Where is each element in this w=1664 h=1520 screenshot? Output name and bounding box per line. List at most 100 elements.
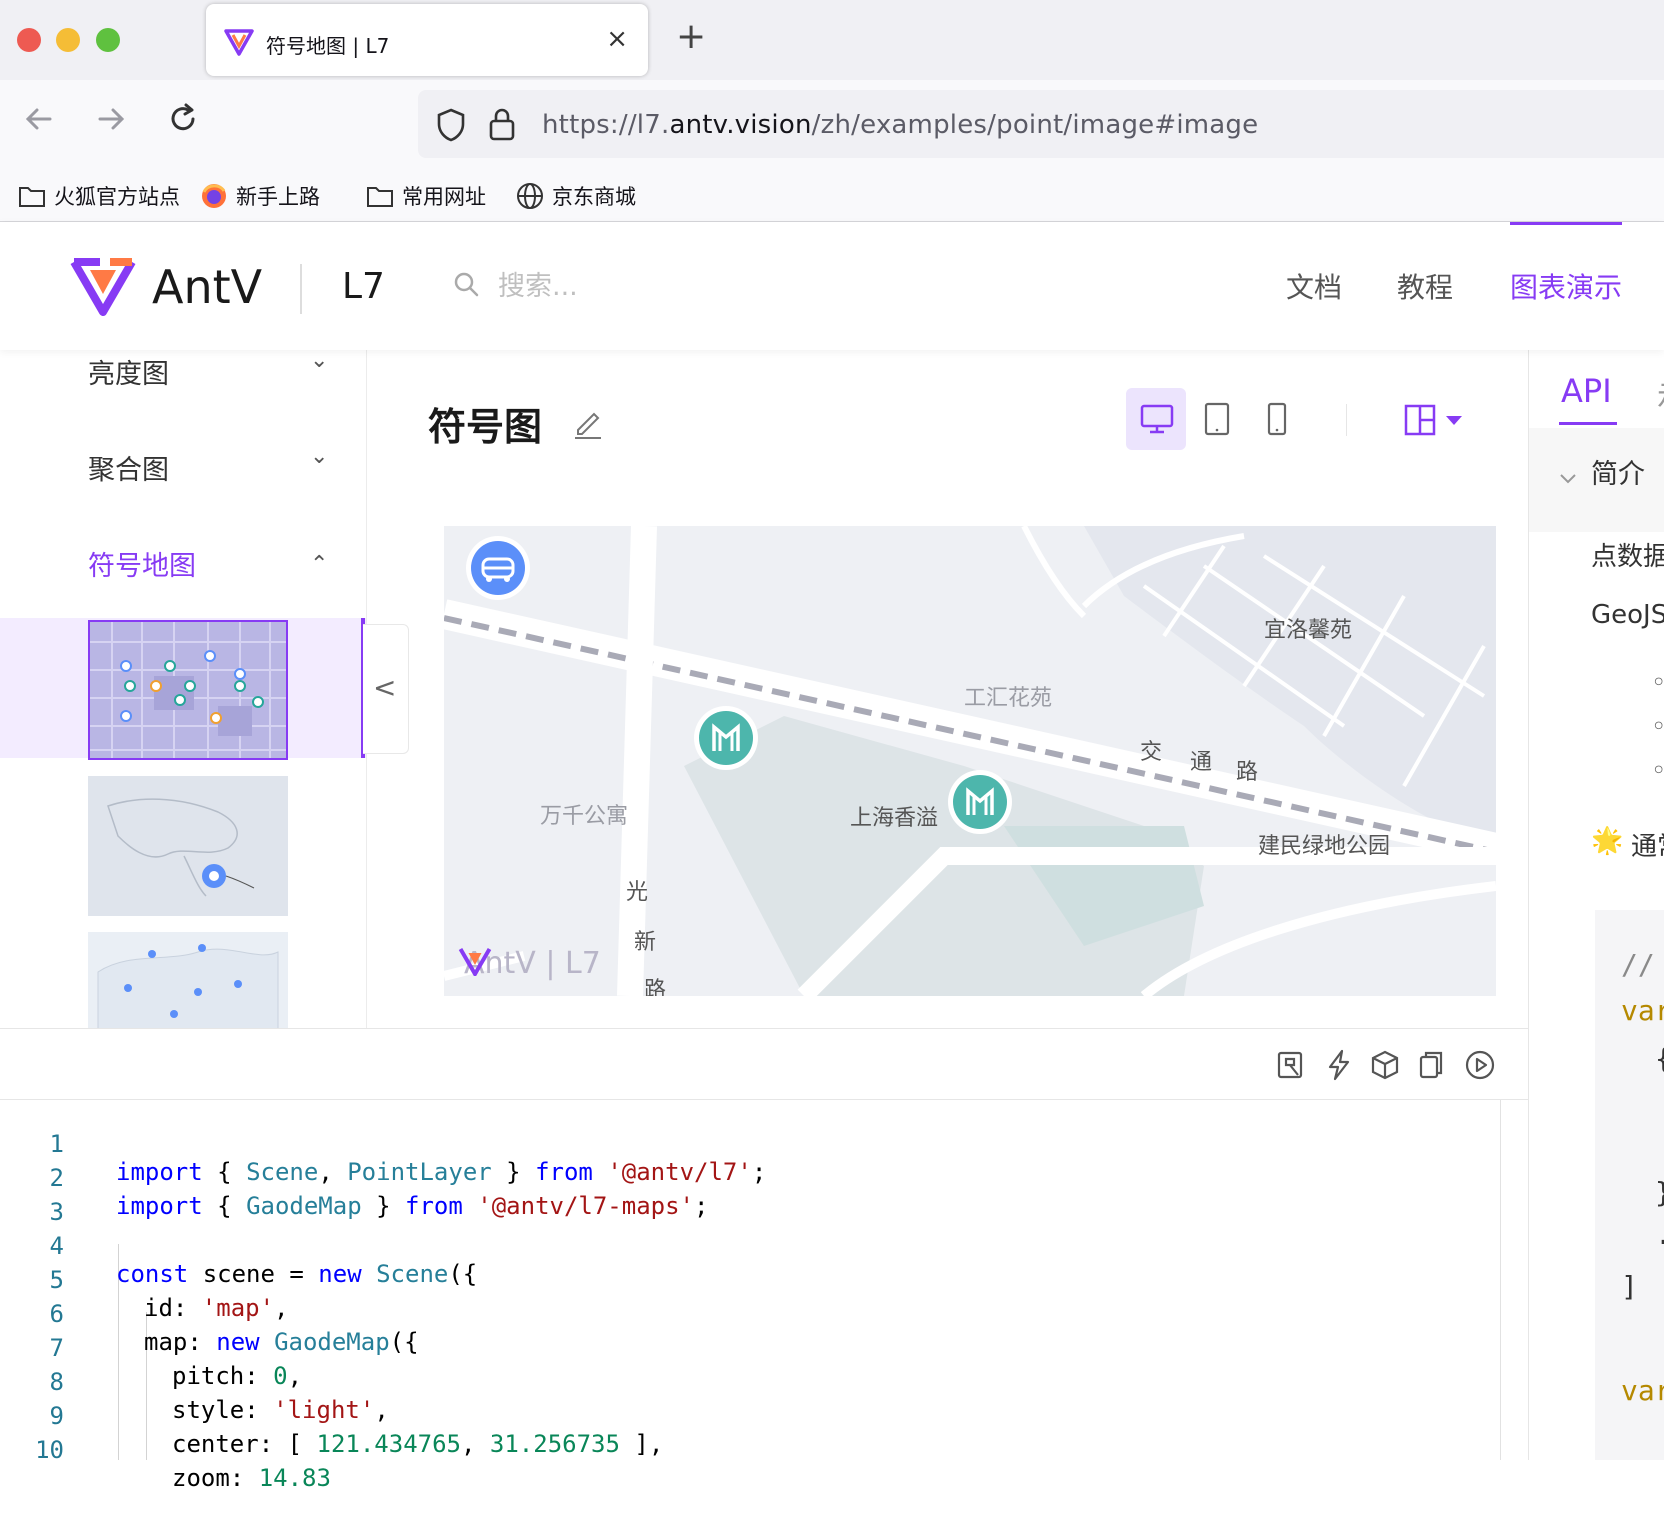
bookmark-jd-mall[interactable]: 京东商城 xyxy=(516,180,636,212)
bookmark-getting-started[interactable]: 新手上路 xyxy=(200,180,320,212)
chevron-up-icon[interactable]: ⌃ xyxy=(310,552,328,577)
tab-next[interactable]: 示 xyxy=(1657,372,1664,416)
car-icon xyxy=(471,541,525,595)
code-line: 6 map: new GaodeMap({ xyxy=(49,1300,419,1356)
minimize-window-button[interactable] xyxy=(56,28,80,52)
tablet-view-button[interactable] xyxy=(1186,388,1246,450)
close-window-button[interactable] xyxy=(17,28,41,52)
browser-navbar: https://l7.antv.vision/zh/examples/point… xyxy=(0,80,1664,172)
example-thumbnail-world-map[interactable] xyxy=(88,776,288,916)
list-bullet: ◦ xyxy=(1651,712,1664,742)
logo-text[interactable]: AntV xyxy=(152,260,262,314)
forward-arrow-icon[interactable] xyxy=(94,102,128,136)
api-code-bracket: ] xyxy=(1621,1270,1638,1303)
nav-tutorial[interactable]: 教程 xyxy=(1397,266,1453,306)
lightning-icon[interactable] xyxy=(1324,1049,1354,1081)
code-line: 5 id: 'map', xyxy=(49,1266,289,1322)
bookmark-label: 常用网址 xyxy=(402,185,486,209)
demo-title: 符号图 xyxy=(428,405,543,449)
address-bar[interactable]: https://l7.antv.vision/zh/examples/point… xyxy=(418,90,1664,158)
list-bullet: ◦ xyxy=(1651,668,1664,698)
back-arrow-icon[interactable] xyxy=(22,102,56,136)
code-line: 7 pitch: 0, xyxy=(49,1334,303,1390)
api-code-dot: . xyxy=(1655,1218,1664,1251)
nav-examples[interactable]: 图表演示 xyxy=(1510,266,1622,306)
map-label-lu2: 路 xyxy=(644,978,667,996)
api-code-comment: // xyxy=(1621,948,1655,981)
firefox-icon xyxy=(202,184,226,208)
shield-icon[interactable] xyxy=(436,108,466,142)
map-marker-metro[interactable] xyxy=(694,706,758,770)
logo-divider xyxy=(300,264,302,314)
map-label-lu: 路 xyxy=(1236,760,1259,785)
example-thumbnail-china-map[interactable] xyxy=(88,932,288,1028)
browser-titlebar: 符号地图 | L7 × + xyxy=(0,0,1664,80)
api-section-header[interactable]: 简介 xyxy=(1529,428,1664,532)
editor-toolbar xyxy=(0,1028,1528,1100)
edit-pencil-icon[interactable] xyxy=(572,406,604,440)
menu-item-symbol-map[interactable]: 符号地图 xyxy=(88,544,196,583)
star-icon: 🌟 xyxy=(1591,826,1624,856)
code-line: 2 import { GaodeMap } from '@antv/l7-map… xyxy=(49,1164,709,1220)
code-line: 1 import { Scene, PointLayer } from '@an… xyxy=(49,1130,767,1186)
lock-icon[interactable] xyxy=(488,106,516,142)
browser-tab-active[interactable]: 符号地图 | L7 × xyxy=(206,4,648,76)
chevron-down-icon[interactable]: ⌄ xyxy=(310,444,328,469)
site-header: AntV L7 文档 教程 图表演示 xyxy=(0,222,1664,350)
antv-logo-icon[interactable] xyxy=(70,256,136,316)
tablet-icon xyxy=(1204,402,1230,436)
map-label-xin: 新 xyxy=(634,930,657,955)
product-name[interactable]: L7 xyxy=(342,266,385,307)
api-text-line: 点数据 xyxy=(1591,542,1664,572)
metro-icon xyxy=(953,775,1007,829)
api-intro-title: 简介 xyxy=(1591,459,1645,490)
bookmark-common-sites[interactable]: 常用网址 xyxy=(366,180,486,212)
menu-item-cluster[interactable]: 聚合图 xyxy=(88,448,169,487)
map-label-wanqian: 万千公寓 xyxy=(540,804,629,829)
code-editor[interactable]: 1 import { Scene, PointLayer } from '@an… xyxy=(0,1100,1528,1492)
api-code-var: var xyxy=(1621,1374,1664,1407)
play-icon[interactable] xyxy=(1464,1049,1496,1081)
map-label-yiluo: 宜洛馨苑 xyxy=(1264,618,1353,643)
layout-switch-icon[interactable] xyxy=(1404,404,1468,438)
map-label-jianmin: 建民绿地公园 xyxy=(1258,834,1391,859)
url-text[interactable]: https://l7.antv.vision/zh/examples/point… xyxy=(542,110,1258,140)
reload-icon[interactable] xyxy=(166,102,200,136)
chevron-down-icon[interactable]: ⌄ xyxy=(310,350,328,373)
editor-scrollbar[interactable] xyxy=(1500,1100,1501,1460)
new-tab-button[interactable]: + xyxy=(676,16,706,57)
zoom-window-button[interactable] xyxy=(96,28,120,52)
api-tip-text: 通常 xyxy=(1631,832,1664,862)
api-code-brace: { xyxy=(1655,1042,1664,1075)
bookmark-label: 京东商城 xyxy=(552,185,636,209)
sidebar-collapse-button[interactable]: < xyxy=(363,624,409,754)
bookmark-firefox-official[interactable]: 火狐官方站点 xyxy=(18,180,180,212)
cube-icon[interactable] xyxy=(1370,1049,1400,1081)
api-code-brace: } xyxy=(1655,1176,1664,1209)
tab-title: 符号地图 | L7 xyxy=(266,34,390,58)
chevron-left-icon: < xyxy=(373,671,397,704)
mobile-view-button[interactable] xyxy=(1246,388,1306,450)
nav-active-indicator xyxy=(1510,222,1622,225)
map-label-tong: 通 xyxy=(1190,750,1213,775)
map-marker-metro[interactable] xyxy=(948,770,1012,834)
example-thumbnail-symbol-map[interactable] xyxy=(88,620,288,760)
tab-close-button[interactable]: × xyxy=(606,24,628,54)
tab-api[interactable]: API xyxy=(1561,372,1612,410)
list-bullet: ◦ xyxy=(1651,756,1664,786)
search-input[interactable] xyxy=(498,264,798,308)
symbol-map-canvas[interactable]: 宜洛馨苑 工汇花苑 交 通 路 万千公寓 上海香溢 建民绿地公园 光 新 路 A… xyxy=(444,526,1496,996)
map-label-shanghai: 上海香溢 xyxy=(850,806,939,831)
code-line: 8 style: 'light', xyxy=(49,1368,389,1424)
map-marker-car[interactable] xyxy=(466,536,530,600)
map-label-guang: 光 xyxy=(626,880,649,905)
desktop-view-button[interactable] xyxy=(1126,388,1186,450)
map-watermark: AntV | L7 xyxy=(458,946,601,981)
menu-item-brightness[interactable]: 亮度图 xyxy=(88,352,169,391)
folder-icon xyxy=(19,187,45,207)
copy-icon[interactable] xyxy=(1416,1049,1446,1081)
bookmarks-bar: 火狐官方站点 新手上路 常用网址 京东商城 xyxy=(0,172,1664,222)
nav-docs[interactable]: 文档 xyxy=(1286,266,1342,306)
codesandbox-icon[interactable] xyxy=(1276,1049,1306,1081)
bookmark-label: 新手上路 xyxy=(236,185,320,209)
